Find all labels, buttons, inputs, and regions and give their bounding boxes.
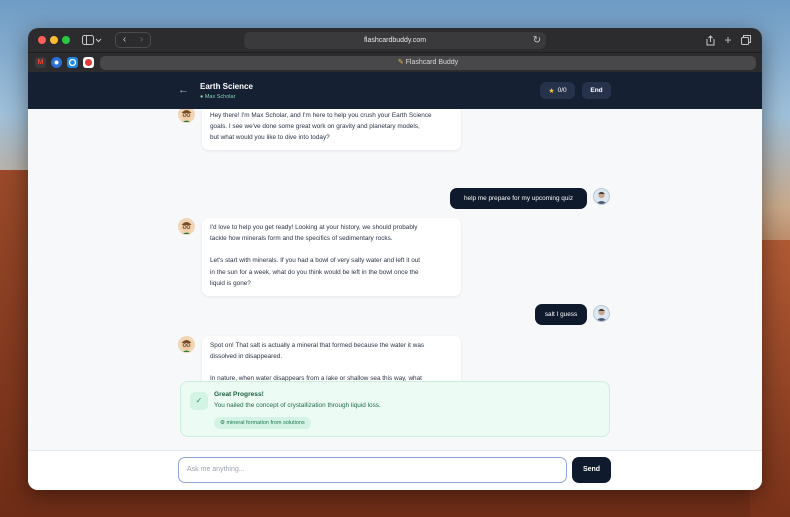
- check-circle-icon: ✓: [190, 392, 208, 410]
- browser-favicon-icon[interactable]: [67, 57, 78, 68]
- message-text: Hey there! I'm Max Scholar, and I'm here…: [210, 112, 432, 142]
- user-avatar: [593, 305, 610, 322]
- score-badge: ★ 0/0: [540, 82, 575, 99]
- active-tab[interactable]: ✎ Flashcard Buddy: [100, 56, 756, 70]
- back-arrow-icon[interactable]: ←: [178, 84, 189, 96]
- extension-favicon-icon[interactable]: [83, 57, 94, 68]
- tab-favicon-icon: ✎: [397, 59, 404, 66]
- progress-message: You nailed the concept of crystallizatio…: [214, 402, 381, 409]
- address-bar[interactable]: flashcardbuddy.com: [244, 32, 546, 49]
- minimize-window-button[interactable]: [50, 36, 58, 44]
- zoom-window-button[interactable]: [62, 36, 70, 44]
- history-navigation: ‹ ›: [115, 32, 151, 48]
- forward-chevron-icon[interactable]: ›: [133, 33, 150, 47]
- user-avatar: [593, 188, 610, 205]
- tutor-avatar: [178, 218, 195, 235]
- browser-toolbar: ‹ › flashcardbuddy.com ↻ +: [28, 28, 762, 52]
- message-text: I'd love to help you get ready! Looking …: [210, 224, 418, 243]
- star-icon: ★: [548, 87, 555, 95]
- tutor-name: ● Max Scholar: [200, 94, 236, 100]
- subject-title: Earth Science: [200, 82, 253, 91]
- close-window-button[interactable]: [38, 36, 46, 44]
- tab-bar: M ✎ Flashcard Buddy: [28, 52, 762, 72]
- tab-title: Flashcard Buddy: [405, 59, 459, 66]
- user-message: help me prepare for my upcoming quiz: [450, 188, 587, 209]
- composer: Ask me anything... Send: [28, 450, 762, 490]
- sidebar-toggle-icon[interactable]: [81, 33, 103, 47]
- chrome-favicon-icon[interactable]: [51, 57, 62, 68]
- tutor-avatar: [178, 109, 195, 123]
- tutor-avatar: [178, 336, 195, 353]
- share-icon[interactable]: [704, 33, 716, 47]
- progress-title: Great Progress!: [214, 391, 264, 398]
- message-input[interactable]: Ask me anything...: [178, 457, 567, 483]
- tab-overview-icon[interactable]: [740, 33, 752, 47]
- gmail-favicon-icon[interactable]: M: [35, 57, 46, 68]
- progress-card: ✓ Great Progress! You nailed the concept…: [180, 381, 610, 437]
- message-text: Let's start with minerals. If you had a …: [210, 257, 421, 287]
- user-message: salt I guess: [535, 304, 587, 325]
- chat-area: Hey there! I'm Max Scholar, and I'm here…: [28, 109, 762, 450]
- browser-window: ‹ › flashcardbuddy.com ↻ + M ✎ Flashcard…: [28, 28, 762, 490]
- app-header: ← Earth Science ● Max Scholar ★ 0/0 End: [28, 72, 762, 109]
- score-value: 0/0: [557, 87, 567, 94]
- back-chevron-icon[interactable]: ‹: [116, 33, 133, 47]
- send-button[interactable]: Send: [572, 457, 611, 483]
- topic-tag: ⚙ mineral formation from solutions: [214, 417, 311, 429]
- end-session-button[interactable]: End: [582, 82, 611, 99]
- tutor-message: I'd love to help you get ready! Looking …: [202, 218, 461, 296]
- new-tab-icon[interactable]: +: [722, 33, 734, 47]
- reload-icon[interactable]: ↻: [531, 33, 543, 47]
- tutor-message: Hey there! I'm Max Scholar, and I'm here…: [202, 109, 461, 150]
- message-text: Spot on! That salt is actually a mineral…: [210, 342, 425, 361]
